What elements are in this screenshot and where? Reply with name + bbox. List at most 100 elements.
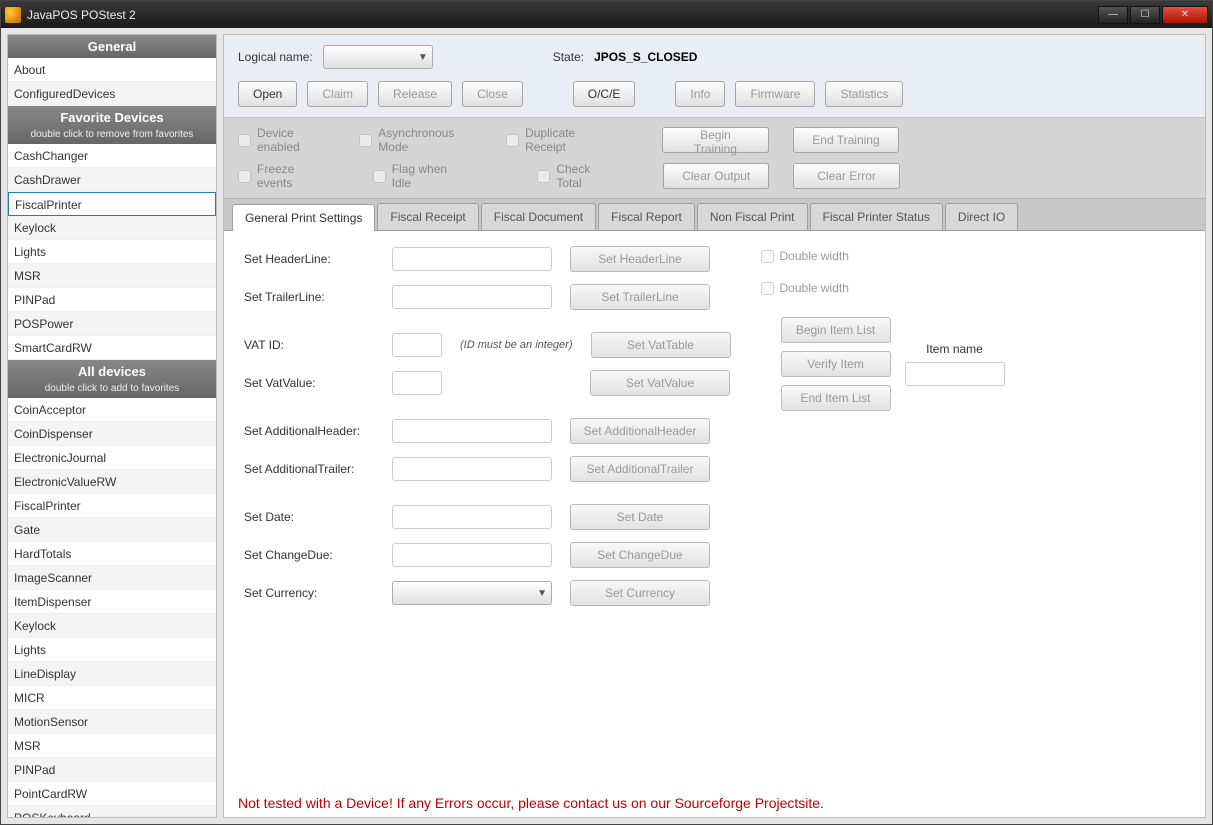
trailer-input[interactable] — [392, 285, 552, 309]
claim-button[interactable]: Claim — [307, 81, 368, 107]
state-label: State: — [553, 50, 584, 64]
sidebar-item-cashdrawer[interactable]: CashDrawer — [8, 168, 216, 192]
device-enabled-check[interactable]: Device enabled — [238, 126, 335, 154]
logical-name-select[interactable]: ▼ — [323, 45, 433, 69]
tab-non-fiscal-print[interactable]: Non Fiscal Print — [697, 203, 808, 230]
begin-item-list-button[interactable]: Begin Item List — [781, 317, 891, 343]
firmware-button[interactable]: Firmware — [735, 81, 815, 107]
set-currency-button[interactable]: Set Currency — [570, 580, 710, 606]
all-header: All devicesdouble click to add to favori… — [8, 360, 216, 398]
minimize-button[interactable]: — — [1098, 6, 1128, 24]
all-list: CoinAcceptorCoinDispenserElectronicJourn… — [8, 398, 216, 817]
state-value: JPOS_S_CLOSED — [594, 50, 697, 64]
top-bar: Logical name: ▼ State: JPOS_S_CLOSED Ope… — [224, 35, 1205, 118]
tab-fiscal-receipt[interactable]: Fiscal Receipt — [377, 203, 478, 230]
tab-fiscal-printer-status[interactable]: Fiscal Printer Status — [810, 203, 943, 230]
clear-error-button[interactable]: Clear Error — [793, 163, 899, 189]
sidebar-item-keylock[interactable]: Keylock — [8, 216, 216, 240]
double-width-header-check[interactable]: Double width — [761, 249, 1005, 263]
flag-idle-check[interactable]: Flag when Idle — [373, 162, 466, 190]
sidebar-item-lights[interactable]: Lights — [8, 240, 216, 264]
vat-id-input[interactable] — [392, 333, 442, 357]
set-date-button[interactable]: Set Date — [570, 504, 710, 530]
async-mode-check[interactable]: Asynchronous Mode — [359, 126, 482, 154]
check-total-check[interactable]: Check Total — [537, 162, 615, 190]
close-button[interactable]: ✕ — [1162, 6, 1208, 24]
sidebar-item-hardtotals[interactable]: HardTotals — [8, 542, 216, 566]
sidebar-item-gate[interactable]: Gate — [8, 518, 216, 542]
set-addheader-button[interactable]: Set AdditionalHeader — [570, 418, 710, 444]
sidebar-item-fiscalprinter[interactable]: FiscalPrinter — [8, 494, 216, 518]
sidebar-item-smartcardrw[interactable]: SmartCardRW — [8, 336, 216, 360]
item-name-input[interactable] — [905, 362, 1005, 386]
begin-training-button[interactable]: Begin Training — [662, 127, 769, 153]
set-date-label: Set Date: — [244, 510, 374, 524]
tab-general-print-settings[interactable]: General Print Settings — [232, 204, 375, 231]
sidebar-item-lights[interactable]: Lights — [8, 638, 216, 662]
sidebar-item-msr[interactable]: MSR — [8, 734, 216, 758]
addheader-input[interactable] — [392, 419, 552, 443]
sidebar-item-coindispenser[interactable]: CoinDispenser — [8, 422, 216, 446]
open-button[interactable]: Open — [238, 81, 297, 107]
changedue-input[interactable] — [392, 543, 552, 567]
set-addheader-label: Set AdditionalHeader: — [244, 424, 374, 438]
sidebar-item-about[interactable]: About — [8, 58, 216, 82]
sidebar-item-keylock[interactable]: Keylock — [8, 614, 216, 638]
tab-content: Set HeaderLine: Set HeaderLine Set Trail… — [224, 231, 1205, 789]
set-changedue-label: Set ChangeDue: — [244, 548, 374, 562]
sidebar-item-poskeyboard[interactable]: POSKeyboard — [8, 806, 216, 817]
tab-fiscal-report[interactable]: Fiscal Report — [598, 203, 695, 230]
close-button-action[interactable]: Close — [462, 81, 523, 107]
release-button[interactable]: Release — [378, 81, 452, 107]
double-width-trailer-check[interactable]: Double width — [761, 281, 1005, 295]
vatvalue-input[interactable] — [392, 371, 442, 395]
set-vattable-button[interactable]: Set VatTable — [591, 332, 731, 358]
general-header: General — [8, 35, 216, 58]
sidebar-item-electronicvaluerw[interactable]: ElectronicValueRW — [8, 470, 216, 494]
currency-select[interactable]: ▼ — [392, 581, 552, 605]
sidebar-item-pinpad[interactable]: PINPad — [8, 288, 216, 312]
addtrailer-input[interactable] — [392, 457, 552, 481]
set-addtrailer-button[interactable]: Set AdditionalTrailer — [570, 456, 710, 482]
date-input[interactable] — [392, 505, 552, 529]
sidebar-item-itemdispenser[interactable]: ItemDispenser — [8, 590, 216, 614]
verify-item-button[interactable]: Verify Item — [781, 351, 891, 377]
end-training-button[interactable]: End Training — [793, 127, 900, 153]
sidebar-item-coinacceptor[interactable]: CoinAcceptor — [8, 398, 216, 422]
sidebar-item-configureddevices[interactable]: ConfiguredDevices — [8, 82, 216, 106]
sidebar-item-msr[interactable]: MSR — [8, 264, 216, 288]
sidebar-item-pointcardrw[interactable]: PointCardRW — [8, 782, 216, 806]
set-header-button[interactable]: Set HeaderLine — [570, 246, 710, 272]
statistics-button[interactable]: Statistics — [825, 81, 903, 107]
favorites-header: Favorite Devicesdouble click to remove f… — [8, 106, 216, 144]
duplicate-receipt-check[interactable]: Duplicate Receipt — [506, 126, 614, 154]
sidebar: General AboutConfiguredDevices Favorite … — [7, 34, 217, 818]
chevron-down-icon: ▼ — [537, 588, 547, 599]
info-button[interactable]: Info — [675, 81, 725, 107]
end-item-list-button[interactable]: End Item List — [781, 385, 891, 411]
sidebar-item-linedisplay[interactable]: LineDisplay — [8, 662, 216, 686]
sidebar-item-imagescanner[interactable]: ImageScanner — [8, 566, 216, 590]
set-trailer-button[interactable]: Set TrailerLine — [570, 284, 710, 310]
maximize-button[interactable]: ☐ — [1130, 6, 1160, 24]
set-vatvalue-label: Set VatValue: — [244, 376, 374, 390]
sidebar-item-electronicjournal[interactable]: ElectronicJournal — [8, 446, 216, 470]
set-addtrailer-label: Set AdditionalTrailer: — [244, 462, 374, 476]
sidebar-item-motionsensor[interactable]: MotionSensor — [8, 710, 216, 734]
tabs: General Print SettingsFiscal ReceiptFisc… — [224, 199, 1205, 231]
sidebar-item-cashchanger[interactable]: CashChanger — [8, 144, 216, 168]
sidebar-item-fiscalprinter[interactable]: FiscalPrinter — [8, 192, 216, 216]
set-vatvalue-button[interactable]: Set VatValue — [590, 370, 730, 396]
tab-fiscal-document[interactable]: Fiscal Document — [481, 203, 596, 230]
oce-button[interactable]: O/C/E — [573, 81, 636, 107]
clear-output-button[interactable]: Clear Output — [663, 163, 769, 189]
header-input[interactable] — [392, 247, 552, 271]
sidebar-item-pinpad[interactable]: PINPad — [8, 758, 216, 782]
freeze-events-check[interactable]: Freeze events — [238, 162, 329, 190]
app-window: JavaPOS POStest 2 — ☐ ✕ General AboutCon… — [0, 0, 1213, 825]
vat-id-label: VAT ID: — [244, 338, 374, 352]
sidebar-item-pospower[interactable]: POSPower — [8, 312, 216, 336]
set-changedue-button[interactable]: Set ChangeDue — [570, 542, 710, 568]
sidebar-item-micr[interactable]: MICR — [8, 686, 216, 710]
tab-direct-io[interactable]: Direct IO — [945, 203, 1018, 230]
